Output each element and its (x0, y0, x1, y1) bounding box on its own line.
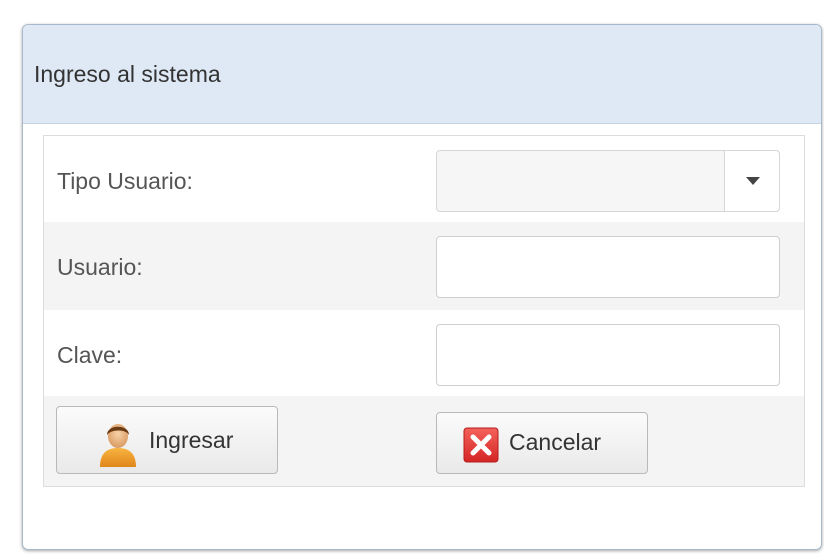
ingresar-button[interactable]: Ingresar (56, 406, 278, 474)
tipo-usuario-select[interactable] (436, 150, 780, 212)
form-row-actions: Ingresar Cancelar (44, 396, 804, 486)
cancelar-label: Cancelar (509, 429, 602, 455)
clave-label: Clave: (57, 342, 123, 368)
cancelar-button[interactable]: Cancelar (436, 412, 648, 474)
form-row-tipo-usuario: Tipo Usuario: (44, 136, 804, 224)
login-dialog: Ingreso al sistema Tipo Usuario: Usuario… (22, 24, 822, 550)
clave-input[interactable] (436, 324, 780, 386)
close-icon (463, 427, 499, 463)
dialog-titlebar: Ingreso al sistema (23, 25, 821, 124)
login-form: Tipo Usuario: Usuario: Clave: Ingresar C… (43, 135, 805, 487)
usuario-label: Usuario: (57, 254, 143, 280)
usuario-input[interactable] (436, 236, 780, 298)
user-icon (100, 424, 136, 467)
ingresar-label: Ingresar (149, 427, 234, 453)
dialog-title: Ingreso al sistema (34, 61, 221, 87)
form-row-usuario: Usuario: (44, 222, 804, 310)
tipo-usuario-label: Tipo Usuario: (57, 168, 193, 194)
chevron-down-icon[interactable] (724, 151, 779, 211)
form-row-clave: Clave: (44, 310, 804, 396)
